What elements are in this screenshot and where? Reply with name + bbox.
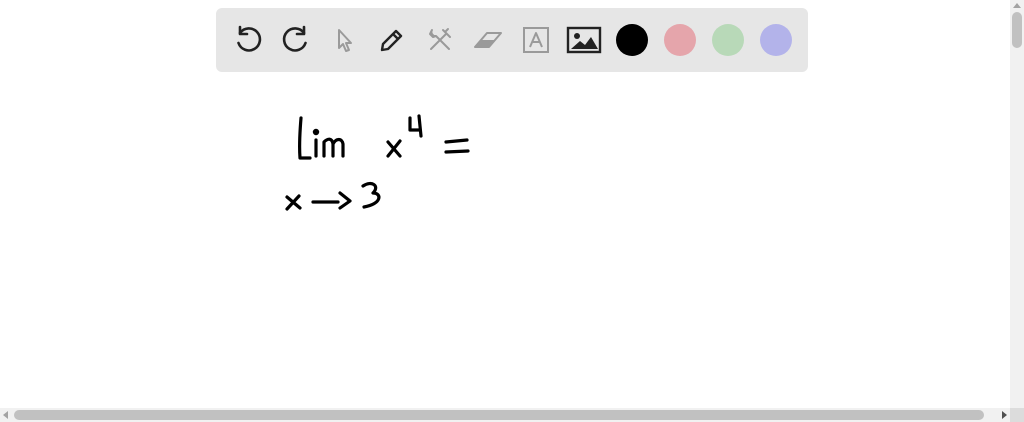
horizontal-scroll-thumb[interactable] bbox=[14, 410, 984, 420]
tools-icon bbox=[429, 28, 451, 50]
toolbar bbox=[216, 8, 808, 72]
pen-button[interactable] bbox=[372, 20, 412, 60]
color-swatch-green[interactable] bbox=[712, 24, 744, 56]
ink-stroke-l bbox=[297, 116, 312, 160]
ink-stroke-x bbox=[386, 139, 402, 158]
horizontal-scrollbar[interactable] bbox=[0, 408, 1010, 422]
ink-dot-i bbox=[312, 128, 320, 136]
ink-stroke-equals bbox=[444, 138, 470, 154]
redo-icon bbox=[282, 25, 307, 52]
text-button[interactable] bbox=[516, 20, 556, 60]
vertical-scrollbar[interactable] bbox=[1010, 0, 1024, 408]
scroll-right-arrow-icon[interactable] bbox=[1002, 411, 1007, 419]
undo-button[interactable] bbox=[228, 20, 268, 60]
scroll-up-arrow-icon[interactable] bbox=[1013, 3, 1021, 8]
ink-stroke-x2 bbox=[285, 194, 302, 211]
ink-stroke-4 bbox=[408, 114, 423, 138]
text-box-icon bbox=[523, 27, 549, 53]
scrollbar-corner bbox=[1010, 408, 1024, 422]
scroll-left-arrow-icon[interactable] bbox=[3, 411, 8, 419]
pointer-icon bbox=[338, 29, 352, 52]
tools-button[interactable] bbox=[420, 20, 460, 60]
select-button[interactable] bbox=[324, 20, 364, 60]
image-icon bbox=[566, 26, 602, 54]
whiteboard-app bbox=[0, 0, 1024, 422]
eraser-icon bbox=[474, 32, 502, 48]
color-swatch-blue[interactable] bbox=[760, 24, 792, 56]
image-button[interactable] bbox=[564, 20, 604, 60]
color-swatch-black[interactable] bbox=[616, 24, 648, 56]
ink-stroke-arrow bbox=[311, 191, 352, 210]
vertical-scroll-thumb[interactable] bbox=[1012, 12, 1022, 48]
redo-button[interactable] bbox=[276, 20, 316, 60]
undo-icon bbox=[237, 25, 262, 52]
pencil-icon bbox=[380, 29, 403, 52]
ink-stroke-m bbox=[322, 137, 345, 158]
ink-stroke-3 bbox=[361, 181, 381, 209]
eraser-button[interactable] bbox=[468, 20, 508, 60]
handwritten-expression bbox=[285, 114, 470, 211]
color-swatch-red[interactable] bbox=[664, 24, 696, 56]
